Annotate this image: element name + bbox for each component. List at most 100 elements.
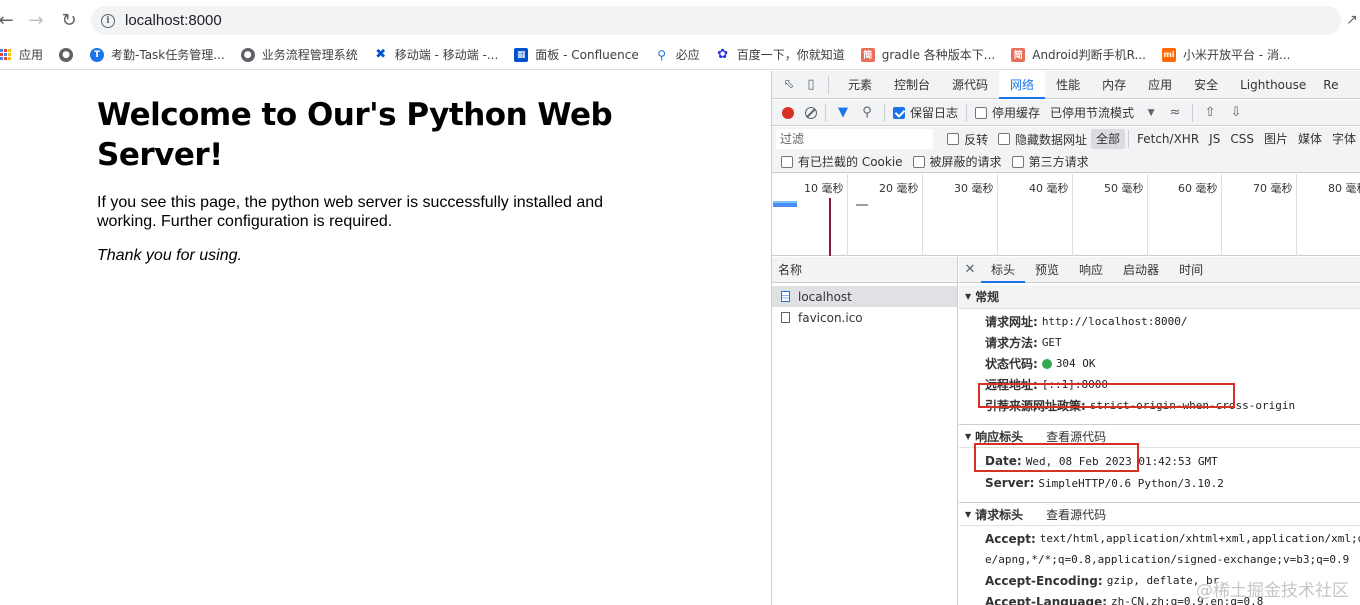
preserve-log-checkbox[interactable]	[893, 106, 905, 119]
tab-recorder[interactable]: Re	[1317, 71, 1338, 99]
timeline-tick: 70 毫秒	[1253, 174, 1297, 256]
device-toolbar-icon[interactable]: ▯	[802, 76, 820, 94]
browser-toolbar: ← → ↻ i localhost:8000 ↗	[0, 0, 1360, 40]
tab-network[interactable]: 网络	[999, 71, 1046, 99]
header-row-continuation: e/apng,*/*;q=0.8,application/signed-exch…	[959, 549, 1360, 570]
blocked-cookies-checkbox[interactable]	[781, 155, 793, 168]
reload-icon[interactable]: ↻	[57, 8, 81, 32]
section-title: 常规	[975, 290, 1000, 304]
baidu-paw-icon: ✿	[715, 47, 730, 62]
header-key: 请求方法:	[985, 336, 1038, 350]
tab-console[interactable]: 控制台	[883, 71, 941, 99]
tab-lighthouse[interactable]: Lighthouse	[1229, 71, 1317, 99]
third-party-label: 第三方请求	[1028, 155, 1089, 169]
share-icon[interactable]: ↗	[1346, 12, 1358, 28]
wifi-settings-icon[interactable]: ≈	[1166, 104, 1184, 122]
blocked-requests-checkbox[interactable]	[912, 155, 925, 168]
file-icon	[781, 312, 790, 323]
bookmark-android[interactable]: 简 Android判断手机R...	[1011, 46, 1146, 63]
filter-type-xhr[interactable]: Fetch/XHR	[1132, 129, 1204, 149]
tab-memory[interactable]: 内存	[1091, 71, 1137, 99]
globe-icon: ●	[59, 47, 74, 62]
view-source-link[interactable]: 查看源代码	[1046, 506, 1106, 523]
filter-type-img[interactable]: 图片	[1259, 129, 1293, 149]
network-timeline[interactable]: 10 毫秒 20 毫秒 30 毫秒 40 毫秒 50 毫秒 60 毫秒 70 毫…	[772, 174, 1360, 256]
bookmark-task[interactable]: T 考勤-Task任务管理...	[90, 46, 225, 63]
tab-performance[interactable]: 性能	[1045, 71, 1091, 99]
tab-response[interactable]: 响应	[1069, 257, 1113, 283]
close-icon[interactable]: ✕	[959, 262, 981, 277]
tab-application[interactable]: 应用	[1137, 71, 1183, 99]
tab-elements[interactable]: 元素	[837, 71, 883, 99]
bookmark-mobile[interactable]: ✖ 移动端 - 移动端 -...	[373, 46, 498, 63]
filter-row: 过滤 反转 隐藏数据网址 全部 Fetch/XHR JS CSS 图片 媒体 字…	[772, 127, 1360, 151]
record-icon[interactable]	[782, 106, 794, 119]
section-title: 响应标头	[975, 429, 1024, 444]
tick-label: 50 毫秒	[1104, 182, 1144, 195]
status-value: 304 OK	[1041, 357, 1096, 370]
tab-timing[interactable]: 时间	[1169, 257, 1213, 283]
timeline-tick: 20 毫秒	[879, 174, 923, 256]
filter-type-font[interactable]: 字体	[1327, 129, 1360, 149]
inspect-element-icon[interactable]: ⬁	[780, 76, 798, 94]
header-value: http://localhost:8000/	[1041, 315, 1188, 328]
timeline-tick: 60 毫秒	[1178, 174, 1222, 256]
document-icon	[781, 291, 790, 302]
upload-icon[interactable]: ⇧	[1201, 104, 1219, 122]
devtools-tabs: ⬁ ▯ 元素 控制台 源代码 网络 性能 内存 应用 安全 Lighthouse…	[772, 71, 1360, 99]
tab-sources[interactable]: 源代码	[941, 71, 999, 99]
devtools-panel: ⬁ ▯ 元素 控制台 源代码 网络 性能 内存 应用 安全 Lighthouse…	[771, 71, 1360, 605]
bookmark-confluence[interactable]: ▦ 面板 - Confluence	[514, 46, 639, 63]
url-text[interactable]: localhost:8000	[125, 12, 222, 29]
bookmark-xiaomi[interactable]: mi 小米开放平台 - 消...	[1161, 46, 1290, 63]
blocked-requests-label: 被屏蔽的请求	[929, 155, 1002, 169]
tab-headers[interactable]: 标头	[981, 257, 1026, 283]
request-headers-section-header[interactable]: ▼ 请求标头 查看源代码	[959, 502, 1360, 526]
bookmark-apps[interactable]: 应用	[0, 46, 43, 63]
forward-arrow-icon[interactable]: →	[24, 8, 48, 32]
throttling-select[interactable]: 已停用节流模式	[1050, 104, 1134, 121]
search-icon[interactable]: ⚲	[858, 104, 876, 122]
bookmark-label: 百度一下，你就知道	[736, 48, 845, 62]
tab-preview[interactable]: 预览	[1025, 257, 1069, 283]
info-icon[interactable]: i	[101, 13, 115, 28]
filter-type-css[interactable]: CSS	[1225, 129, 1259, 149]
clear-icon[interactable]	[805, 106, 817, 119]
bookmark-label: 必应	[675, 48, 700, 62]
preserve-log-label: 保留日志	[910, 106, 959, 120]
request-row[interactable]: localhost	[772, 286, 957, 307]
invert-checkbox[interactable]	[947, 133, 960, 145]
header-row: 请求方法: GET	[959, 332, 1360, 353]
filter-type-media[interactable]: 媒体	[1293, 129, 1327, 149]
bookmark-bing[interactable]: ⚲ 必应	[654, 46, 700, 63]
jianshu-icon: 简	[860, 47, 875, 62]
download-icon[interactable]: ⇩	[1227, 104, 1245, 122]
bookmark-baidu[interactable]: ✿ 百度一下，你就知道	[715, 46, 845, 63]
hide-data-urls-checkbox[interactable]	[998, 133, 1010, 145]
filter-input[interactable]: 过滤	[776, 129, 934, 149]
request-list: 名称 localhost favicon.ico	[772, 257, 958, 605]
apps-grid-icon	[0, 49, 11, 60]
tick-label: 20 毫秒	[879, 182, 919, 195]
third-party-checkbox[interactable]	[1011, 155, 1024, 168]
tab-initiator[interactable]: 启动器	[1113, 257, 1169, 283]
filter-type-js[interactable]: JS	[1204, 129, 1225, 149]
general-section-header[interactable]: ▼ 常规	[959, 285, 1360, 309]
bookmark-bpm[interactable]: ● 业务流程管理系统	[240, 46, 358, 63]
bookmark-globe[interactable]: ●	[59, 47, 80, 62]
divider	[1192, 103, 1194, 122]
view-source-link[interactable]: 查看源代码	[1046, 428, 1106, 445]
header-key: 请求网址:	[985, 315, 1038, 329]
bookmark-gradle[interactable]: 简 gradle 各种版本下...	[860, 46, 996, 63]
disable-cache-checkbox[interactable]	[975, 106, 988, 119]
address-bar[interactable]: i localhost:8000	[91, 6, 1341, 35]
back-arrow-icon[interactable]: ←	[0, 8, 18, 32]
filter-funnel-icon[interactable]: ▼	[834, 104, 852, 122]
tab-security[interactable]: 安全	[1183, 71, 1229, 99]
chevron-down-icon[interactable]: ▼	[1142, 104, 1160, 122]
name-column-header[interactable]: 名称	[772, 257, 957, 283]
request-row[interactable]: favicon.ico	[772, 307, 957, 328]
filter-type-all[interactable]: 全部	[1091, 129, 1126, 149]
bookmark-label: gradle 各种版本下...	[881, 48, 996, 62]
timeline-tick: 50 毫秒	[1104, 174, 1148, 256]
